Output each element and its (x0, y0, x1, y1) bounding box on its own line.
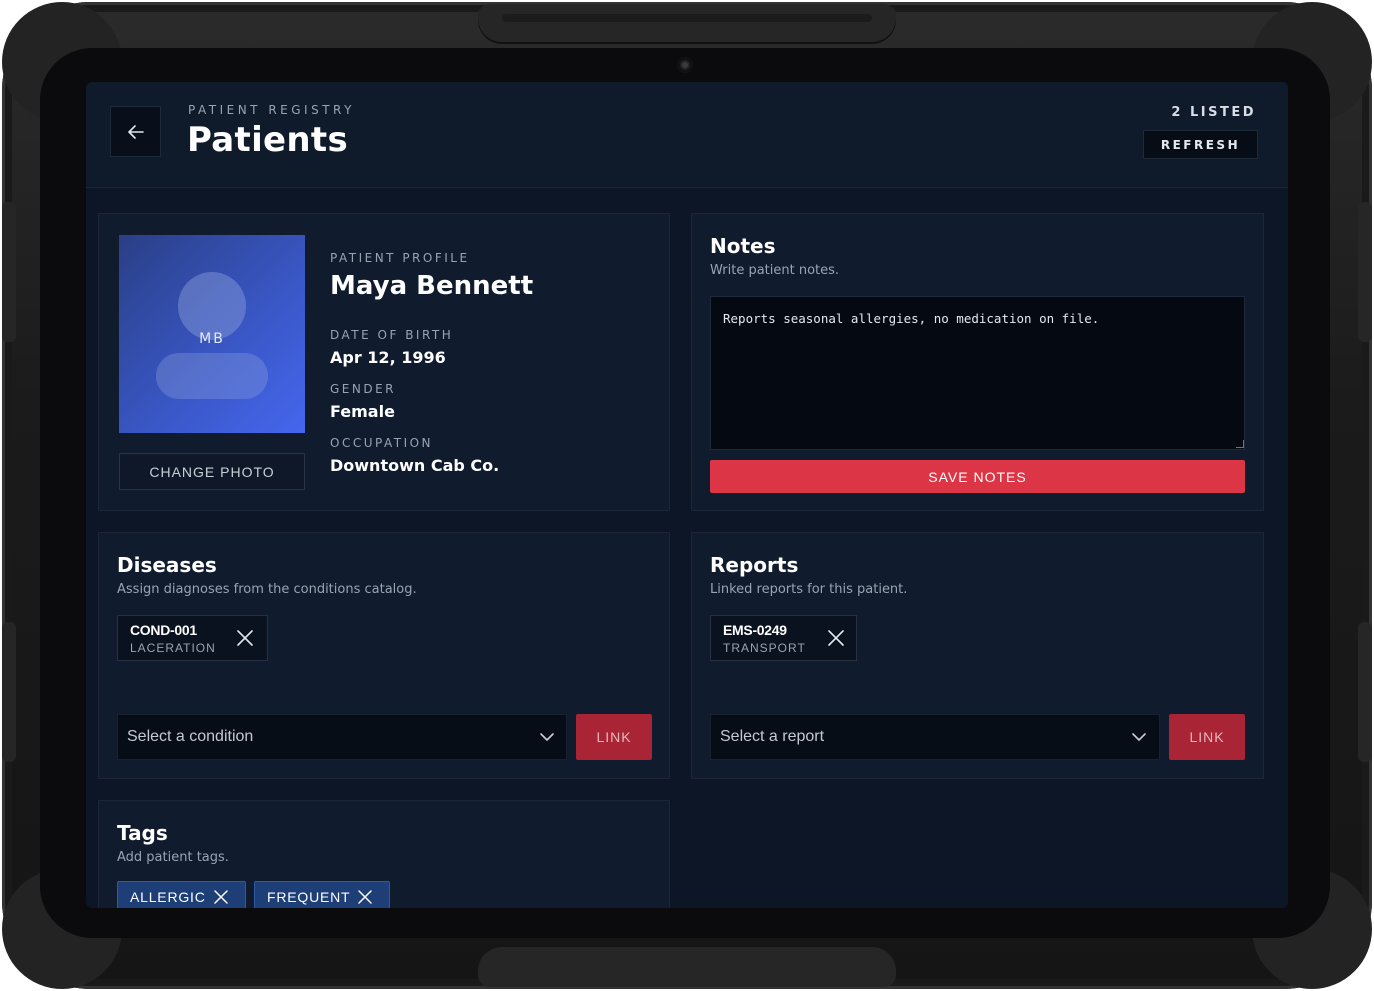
side-grip (1358, 202, 1372, 342)
occupation-label: OCCUPATION (330, 436, 434, 450)
reports-subtitle: Linked reports for this patient. (710, 582, 908, 597)
close-icon[interactable] (827, 629, 845, 647)
change-photo-button[interactable]: CHANGE PHOTO (119, 453, 305, 490)
tag-label: ALLERGIC (130, 889, 206, 905)
tag-allergic: ALLERGIC (117, 881, 246, 908)
patient-name: Maya Bennett (330, 271, 534, 301)
link-report-button[interactable]: LINK (1169, 714, 1245, 760)
gender-value: Female (330, 402, 395, 421)
close-icon[interactable] (213, 889, 229, 905)
reports-title: Reports (710, 553, 799, 577)
report-select[interactable]: Select a report (710, 714, 1160, 760)
tags-subtitle: Add patient tags. (117, 850, 229, 865)
dob-value: Apr 12, 1996 (330, 348, 446, 367)
side-grip (1358, 622, 1372, 762)
profile-eyebrow: PATIENT PROFILE (330, 251, 470, 265)
page-title: Patients (187, 120, 349, 160)
report-chip: EMS-0249 TRANSPORT (710, 615, 857, 661)
notes-subtitle: Write patient notes. (710, 263, 840, 278)
tag-label: FREQUENT (267, 889, 351, 905)
chevron-down-icon (540, 733, 554, 741)
diseases-subtitle: Assign diagnoses from the conditions cat… (117, 582, 417, 597)
tags-card: Tags Add patient tags. ALLERGIC FREQUENT (98, 800, 670, 908)
avatar-body (156, 353, 268, 399)
tags-title: Tags (117, 821, 168, 845)
notes-textarea[interactable]: Reports seasonal allergies, no medicatio… (710, 296, 1245, 450)
arrow-left-icon (127, 124, 144, 139)
occupation-value: Downtown Cab Co. (330, 456, 500, 475)
close-icon[interactable] (236, 629, 254, 647)
camera-icon (677, 57, 693, 73)
notes-title: Notes (710, 234, 776, 258)
top-bumper (478, 4, 896, 44)
avatar-initials: MB (199, 331, 225, 347)
listed-count: 2 LISTED (1171, 105, 1256, 120)
patient-photo: MB (119, 235, 305, 433)
back-button[interactable] (110, 106, 161, 157)
avatar-head (178, 272, 246, 340)
refresh-button[interactable]: REFRESH (1143, 130, 1258, 159)
diseases-card: Diseases Assign diagnoses from the condi… (98, 532, 670, 779)
app-screen: PATIENT REGISTRY Patients 2 LISTED REFRE… (86, 82, 1288, 908)
notes-card: Notes Write patient notes. Reports seaso… (691, 213, 1264, 511)
side-grip (2, 622, 16, 762)
side-grip (2, 202, 16, 342)
profile-card: MB CHANGE PHOTO PATIENT PROFILE Maya Ben… (98, 213, 670, 511)
chevron-down-icon (1132, 733, 1146, 741)
gender-label: GENDER (330, 382, 397, 396)
condition-select[interactable]: Select a condition (117, 714, 567, 760)
save-notes-button[interactable]: SAVE NOTES (710, 460, 1245, 493)
condition-chip: COND-001 LACERATION (117, 615, 268, 661)
tag-frequent: FREQUENT (254, 881, 390, 908)
dob-label: DATE OF BIRTH (330, 328, 454, 342)
diseases-title: Diseases (117, 553, 217, 577)
reports-card: Reports Linked reports for this patient.… (691, 532, 1264, 779)
resize-handle[interactable] (1236, 440, 1244, 448)
bottom-bumper (478, 947, 896, 987)
link-condition-button[interactable]: LINK (576, 714, 652, 760)
page-eyebrow: PATIENT REGISTRY (188, 103, 355, 117)
header-bar: PATIENT REGISTRY Patients 2 LISTED REFRE… (86, 82, 1288, 188)
close-icon[interactable] (357, 889, 373, 905)
